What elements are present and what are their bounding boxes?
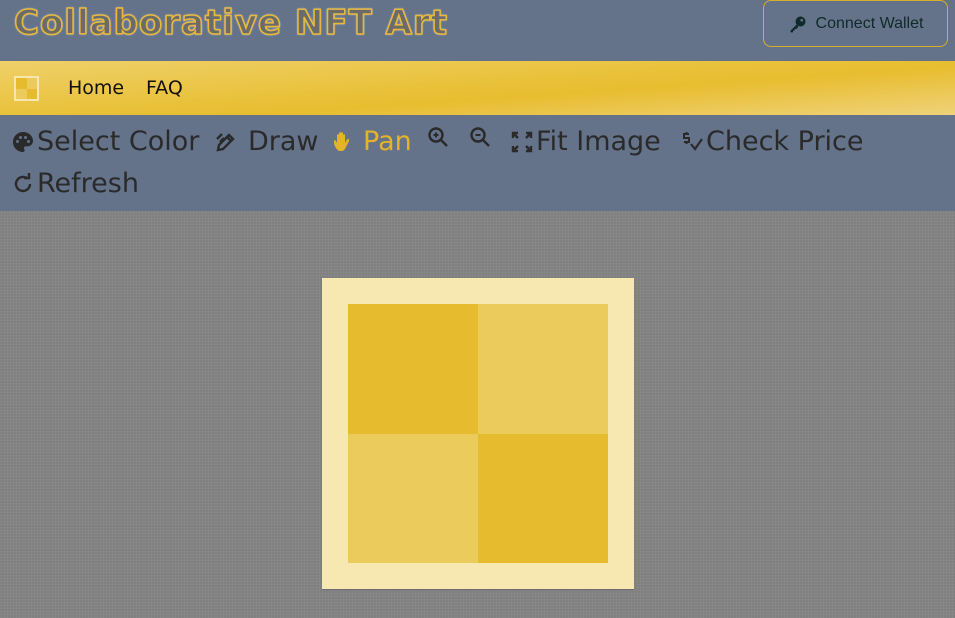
header: Collaborative NFT Art Connect Wallet bbox=[0, 0, 955, 61]
select-color-tool[interactable]: Select Color bbox=[11, 125, 199, 159]
connect-wallet-button[interactable]: Connect Wallet bbox=[763, 0, 948, 47]
artwork-pixel[interactable] bbox=[478, 304, 608, 434]
select-color-label: Select Color bbox=[37, 126, 200, 157]
artwork-pixel[interactable] bbox=[348, 433, 478, 563]
connect-wallet-label: Connect Wallet bbox=[815, 14, 924, 32]
draw-label: Draw bbox=[248, 126, 319, 157]
expand-icon bbox=[511, 131, 533, 153]
hand-icon bbox=[334, 132, 350, 151]
refresh-icon bbox=[14, 173, 32, 193]
artwork-pixel[interactable] bbox=[478, 433, 608, 563]
zoom-out-tool[interactable] bbox=[468, 125, 492, 149]
artwork-pixel-grid[interactable] bbox=[348, 304, 608, 563]
draw-tool[interactable]: Draw bbox=[214, 125, 319, 159]
nav-link-faq[interactable]: FAQ bbox=[146, 77, 183, 99]
logo-cell bbox=[16, 88, 27, 99]
refresh-tool[interactable]: Refresh bbox=[11, 167, 139, 201]
dollar-check-icon bbox=[683, 132, 703, 151]
checker-logo-icon[interactable] bbox=[14, 76, 39, 101]
artwork-pixel[interactable] bbox=[348, 304, 478, 434]
pencil-icon bbox=[216, 133, 235, 152]
refresh-label: Refresh bbox=[37, 168, 139, 199]
logo-cell bbox=[16, 78, 27, 89]
pan-tool[interactable]: Pan bbox=[331, 125, 412, 159]
fit-image-label: Fit Image bbox=[536, 126, 661, 157]
logo-cell bbox=[26, 88, 37, 99]
fit-image-tool[interactable]: Fit Image bbox=[510, 125, 661, 159]
pan-label: Pan bbox=[363, 126, 412, 157]
logo-cell bbox=[26, 78, 37, 89]
check-price-tool[interactable]: Check Price bbox=[680, 125, 864, 159]
check-price-label: Check Price bbox=[706, 126, 864, 157]
zoom-out-icon bbox=[470, 127, 490, 147]
nav-link-home[interactable]: Home bbox=[68, 77, 124, 99]
zoom-in-tool[interactable] bbox=[426, 125, 450, 149]
nav-bar: Home FAQ bbox=[0, 61, 955, 115]
site-title: Collaborative NFT Art bbox=[13, 2, 448, 44]
zoom-in-icon bbox=[428, 127, 448, 147]
toolbar: Select Color Draw Pan Fit Image Check Pr… bbox=[0, 115, 955, 211]
artwork-canvas[interactable] bbox=[322, 278, 634, 589]
palette-icon bbox=[13, 132, 33, 152]
key-icon bbox=[790, 16, 806, 32]
